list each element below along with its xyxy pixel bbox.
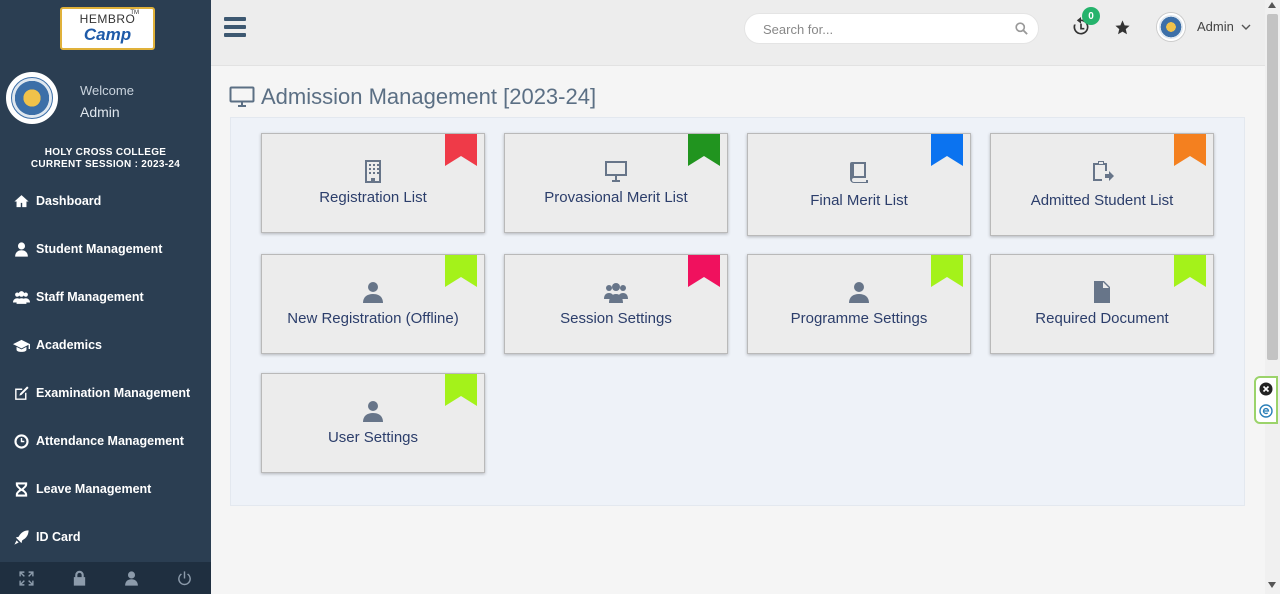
welcome-text: Welcome bbox=[80, 83, 134, 98]
users-icon bbox=[12, 288, 30, 306]
sidebar-item-label: Academics bbox=[36, 338, 103, 352]
vertical-scrollbar[interactable] bbox=[1265, 0, 1280, 594]
rocket-icon bbox=[12, 528, 30, 546]
module-panel: Registration List Provasional Merit List… bbox=[230, 117, 1245, 506]
scroll-down-arrow-icon[interactable] bbox=[1268, 582, 1276, 588]
sidebar-footer bbox=[0, 562, 211, 594]
bookmark-ribbon-icon bbox=[445, 374, 477, 406]
college-info: HOLY CROSS COLLEGE CURRENT SESSION : 202… bbox=[0, 147, 211, 171]
card-final-merit-list[interactable]: Final Merit List bbox=[747, 133, 971, 236]
desktop-icon bbox=[603, 158, 629, 184]
card-label: Required Document bbox=[1035, 310, 1169, 327]
sidebar-item-attendance-management[interactable]: Attendance Management bbox=[0, 417, 211, 465]
search-input[interactable] bbox=[763, 20, 1003, 38]
sidebar-item-label: Leave Management bbox=[36, 482, 152, 496]
sidebar-item-id-card[interactable]: ID Card bbox=[0, 513, 211, 561]
bookmark-ribbon-icon bbox=[445, 134, 477, 166]
notification-badge: 0 bbox=[1082, 7, 1100, 25]
sidebar-item-label: Dashboard bbox=[36, 194, 102, 208]
sidebar-nav: Dashboard Student Management Staff Manag… bbox=[0, 177, 211, 561]
card-programme-settings[interactable]: Programme Settings bbox=[747, 254, 971, 354]
college-avatar bbox=[6, 72, 58, 124]
sidebar-item-student-management[interactable]: Student Management bbox=[0, 225, 211, 273]
sidebar-item-label: ID Card bbox=[36, 530, 81, 544]
card-new-registration-offline[interactable]: New Registration (Offline) bbox=[261, 254, 485, 354]
bookmark-ribbon-icon bbox=[445, 255, 477, 287]
card-label: Provasional Merit List bbox=[544, 189, 688, 206]
profile-icon[interactable] bbox=[123, 569, 141, 587]
app-logo[interactable]: TM HEMBRO Camp bbox=[60, 7, 155, 50]
bookmark-ribbon-icon bbox=[931, 134, 963, 166]
user-avatar[interactable] bbox=[1157, 13, 1185, 41]
card-label: New Registration (Offline) bbox=[287, 310, 459, 327]
sidebar-item-staff-management[interactable]: Staff Management bbox=[0, 273, 211, 321]
sidebar-item-academics[interactable]: Academics bbox=[0, 321, 211, 369]
menu-toggle-icon[interactable] bbox=[224, 17, 246, 37]
clipboard-icon bbox=[1089, 158, 1115, 184]
bookmark-ribbon-icon bbox=[1174, 255, 1206, 287]
fullscreen-icon[interactable] bbox=[17, 569, 35, 587]
search-icon[interactable] bbox=[1014, 21, 1029, 36]
logo-trademark: TM bbox=[130, 10, 139, 16]
welcome-user: Admin bbox=[80, 104, 120, 120]
user-icon bbox=[12, 240, 30, 258]
card-label: User Settings bbox=[327, 429, 419, 446]
user-icon bbox=[360, 398, 386, 424]
home-icon bbox=[12, 192, 30, 210]
hourglass-icon bbox=[12, 480, 30, 498]
card-user-settings[interactable]: User Settings bbox=[261, 373, 485, 473]
star-icon[interactable] bbox=[1114, 19, 1131, 36]
card-admitted-student-list[interactable]: Admitted Student List bbox=[990, 133, 1214, 236]
user-block: Welcome Admin bbox=[6, 72, 206, 128]
floating-widget bbox=[1254, 376, 1278, 424]
file-icon bbox=[1089, 279, 1115, 305]
sidebar: TM HEMBRO Camp Welcome Admin HOLY CROSS … bbox=[0, 0, 211, 594]
college-name: HOLY CROSS COLLEGE bbox=[44, 147, 167, 158]
search-box bbox=[744, 13, 1039, 44]
sidebar-item-dashboard[interactable]: Dashboard bbox=[0, 177, 211, 225]
current-session: CURRENT SESSION : 2023-24 bbox=[30, 159, 181, 170]
chevron-down-icon[interactable] bbox=[1241, 22, 1251, 32]
college-seal-icon bbox=[11, 77, 53, 119]
user-icon bbox=[846, 279, 872, 305]
bookmark-ribbon-icon bbox=[1174, 134, 1206, 166]
top-header: 0 Admin bbox=[211, 0, 1265, 66]
clock-icon bbox=[12, 432, 30, 450]
scroll-thumb[interactable] bbox=[1267, 14, 1278, 360]
card-label: Programme Settings bbox=[790, 310, 928, 327]
card-label: Registration List bbox=[319, 189, 427, 206]
card-label: Final Merit List bbox=[810, 192, 908, 209]
bookmark-ribbon-icon bbox=[688, 255, 720, 287]
sidebar-item-label: Student Management bbox=[36, 242, 163, 256]
lock-icon[interactable] bbox=[70, 569, 88, 587]
sidebar-item-examination-management[interactable]: Examination Management bbox=[0, 369, 211, 417]
sidebar-item-label: Attendance Management bbox=[36, 434, 184, 448]
scroll-up-arrow-icon[interactable] bbox=[1268, 2, 1276, 8]
bookmark-ribbon-icon bbox=[688, 134, 720, 166]
card-label: Admitted Student List bbox=[1030, 192, 1174, 209]
extension-e-icon[interactable] bbox=[1259, 404, 1273, 418]
user-icon bbox=[360, 279, 386, 305]
card-label: Session Settings bbox=[560, 310, 672, 327]
page-header: Admission Management [2023-24] bbox=[229, 84, 596, 110]
user-menu-name[interactable]: Admin bbox=[1197, 19, 1234, 34]
book-icon bbox=[846, 158, 872, 184]
bookmark-ribbon-icon bbox=[931, 255, 963, 287]
building-icon bbox=[360, 158, 386, 184]
card-session-settings[interactable]: Session Settings bbox=[504, 254, 728, 354]
desktop-icon bbox=[229, 86, 255, 107]
graduation-cap-icon bbox=[12, 336, 30, 354]
sidebar-item-leave-management[interactable]: Leave Management bbox=[0, 465, 211, 513]
logo-bottom-text: Camp bbox=[83, 25, 132, 44]
sidebar-item-label: Staff Management bbox=[36, 290, 144, 304]
close-circle-icon[interactable] bbox=[1259, 382, 1273, 396]
sidebar-item-label: Examination Management bbox=[36, 386, 191, 400]
page-title: Admission Management [2023-24] bbox=[261, 84, 597, 109]
users-icon bbox=[603, 279, 629, 305]
card-registration-list[interactable]: Registration List bbox=[261, 133, 485, 233]
power-icon[interactable] bbox=[176, 569, 194, 587]
edit-icon bbox=[12, 384, 30, 402]
card-provasional-merit-list[interactable]: Provasional Merit List bbox=[504, 133, 728, 233]
card-required-document[interactable]: Required Document bbox=[990, 254, 1214, 354]
